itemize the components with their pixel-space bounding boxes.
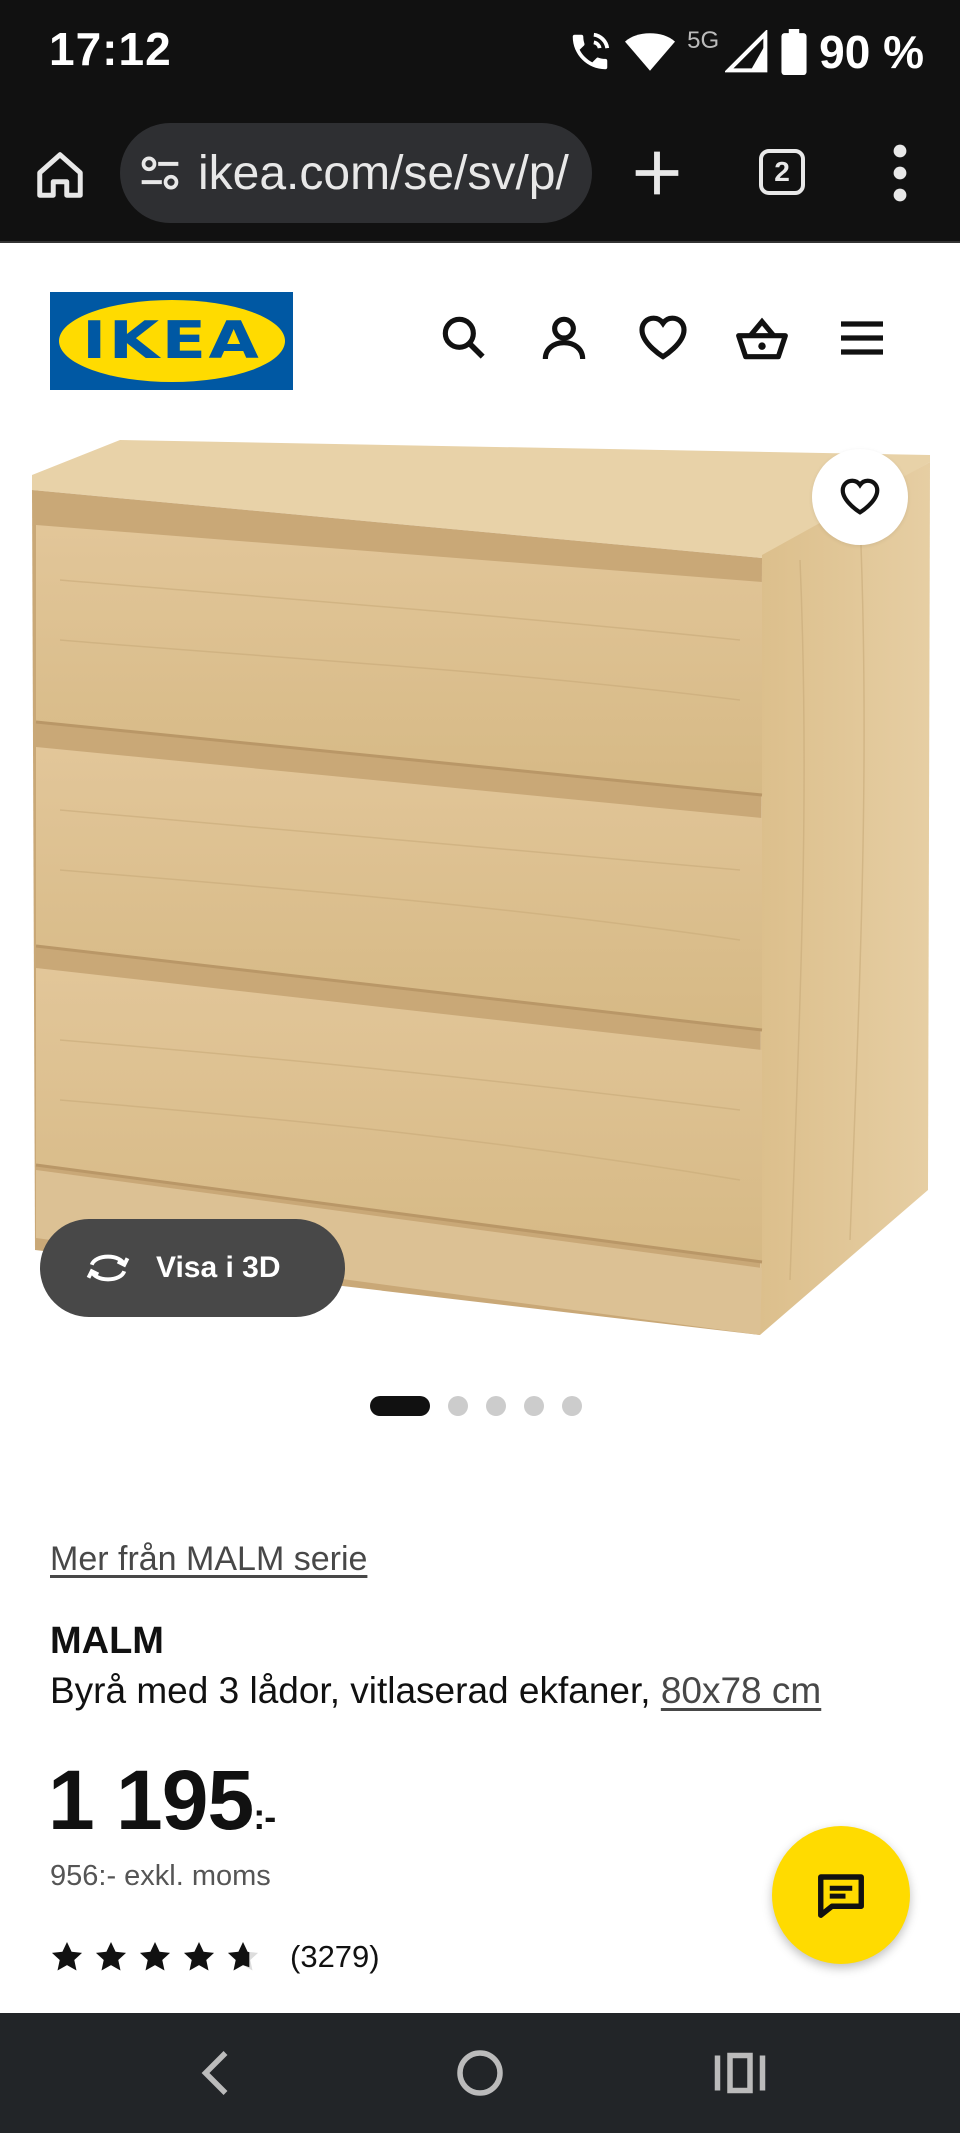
cart-icon[interactable] xyxy=(734,310,790,366)
logo-registered-mark: ® xyxy=(276,316,285,330)
tab-switcher-button[interactable]: 2 xyxy=(759,149,805,195)
pagination-dot[interactable] xyxy=(370,1396,430,1416)
battery-icon xyxy=(781,29,807,75)
back-icon[interactable] xyxy=(188,2043,248,2103)
menu-icon[interactable] xyxy=(834,310,890,366)
home-icon xyxy=(37,152,83,198)
product-image[interactable] xyxy=(0,430,960,1350)
series-link[interactable]: Mer från MALM serie xyxy=(50,1540,367,1579)
home-button[interactable] xyxy=(28,143,92,207)
view-in-3d-button[interactable]: Visa i 3D xyxy=(40,1219,345,1317)
logo-text: IKEA xyxy=(81,311,262,371)
view-in-3d-label: Visa i 3D xyxy=(156,1251,281,1284)
new-tab-icon[interactable] xyxy=(625,141,689,205)
search-icon[interactable] xyxy=(436,310,492,366)
status-time: 17:12 xyxy=(49,23,172,75)
logo-oval: IKEA xyxy=(58,300,285,382)
star-icon xyxy=(95,1941,127,1971)
product-description-text: Byrå med 3 lådor, vitlaserad ekfaner, xyxy=(50,1670,661,1711)
rotate-3d-icon xyxy=(86,1254,130,1282)
product-price: 1 195:- xyxy=(48,1752,276,1849)
tab-count: 2 xyxy=(774,156,790,187)
rating[interactable]: (3279) xyxy=(48,1938,380,1976)
pagination-dot[interactable] xyxy=(524,1396,544,1416)
review-count: (3279) xyxy=(290,1939,380,1974)
network-type: 5G xyxy=(687,27,720,54)
price-suffix: :- xyxy=(253,1796,276,1837)
star-icon xyxy=(139,1941,171,1971)
gallery-pagination xyxy=(370,1396,582,1416)
url-text: ikea.com/se/sv/p/ xyxy=(198,146,569,200)
status-indicators: 5G 90 % xyxy=(567,24,924,80)
size-link[interactable]: 80x78 cm xyxy=(661,1670,821,1711)
price-main: 1 195 xyxy=(48,1753,254,1847)
pagination-dot[interactable] xyxy=(448,1396,468,1416)
price-excl-vat: 956:- exkl. moms xyxy=(50,1860,271,1892)
pagination-dot[interactable] xyxy=(486,1396,506,1416)
star-icon xyxy=(51,1941,83,1971)
more-vert-icon[interactable] xyxy=(880,141,920,205)
product-name: MALM xyxy=(50,1620,164,1662)
address-bar[interactable]: ikea.com/se/sv/p/ xyxy=(120,123,592,223)
ikea-logo[interactable]: IKEA ® xyxy=(50,292,293,390)
home-circle-icon[interactable] xyxy=(450,2043,510,2103)
battery-level: 90 % xyxy=(819,26,924,78)
heart-icon xyxy=(840,478,880,515)
product-description: Byrå med 3 lådor, vitlaserad ekfaner, 80… xyxy=(50,1670,821,1712)
status-bar: 17:12 5G 90 % xyxy=(0,0,960,103)
pagination-dot[interactable] xyxy=(562,1396,582,1416)
star-icon xyxy=(183,1941,215,1971)
wifi-icon xyxy=(625,33,676,71)
chat-icon xyxy=(818,1874,864,1918)
site-settings-icon[interactable] xyxy=(138,151,182,195)
system-nav-bar xyxy=(0,2013,960,2133)
browser-toolbar: ikea.com/se/sv/p/ 2 xyxy=(0,103,960,243)
signal-icon xyxy=(725,30,768,73)
wifi-call-icon xyxy=(572,32,610,70)
account-icon[interactable] xyxy=(536,310,592,366)
chat-button[interactable] xyxy=(772,1826,910,1964)
add-to-favourites-button[interactable] xyxy=(812,449,908,545)
recents-icon[interactable] xyxy=(710,2043,770,2103)
star-half-icon xyxy=(227,1941,259,1971)
heart-icon[interactable] xyxy=(635,310,691,366)
